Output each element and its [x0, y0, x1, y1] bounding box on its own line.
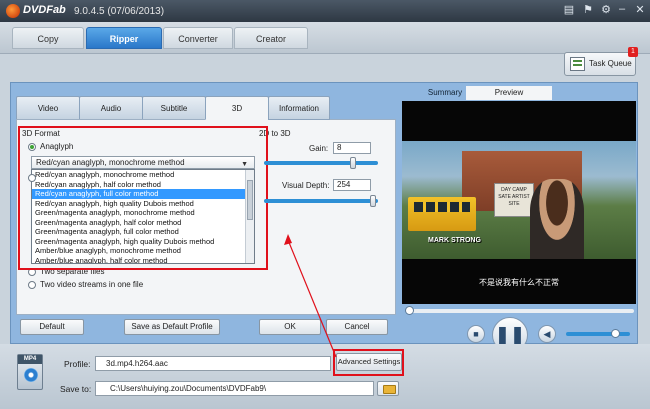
annotation-arrow — [284, 234, 337, 358]
